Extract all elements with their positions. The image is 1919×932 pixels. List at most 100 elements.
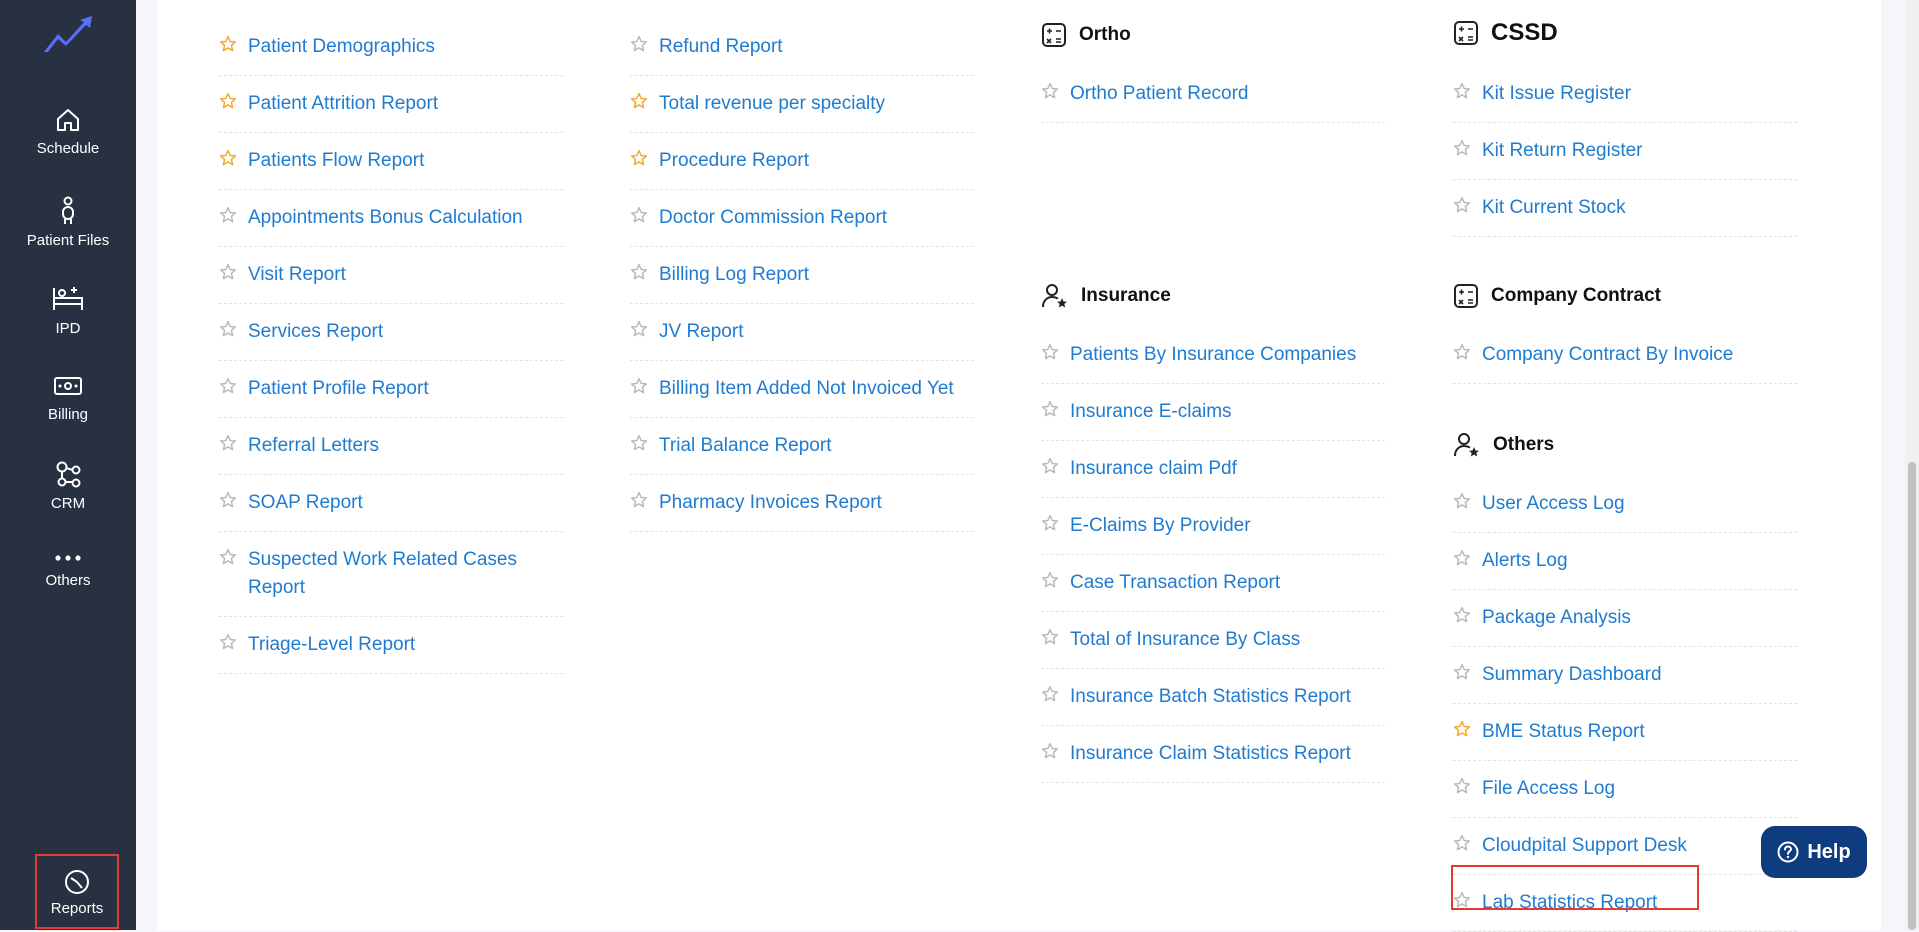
star-icon[interactable] (1453, 834, 1471, 852)
question-circle-icon (1777, 841, 1799, 863)
report-link[interactable]: Kit Issue Register (1453, 66, 1797, 123)
section-title: Company Contract (1491, 285, 1661, 306)
report-link[interactable]: Doctor Commission Report (630, 190, 974, 247)
star-icon[interactable] (1453, 139, 1471, 157)
star-icon[interactable] (1041, 685, 1059, 703)
star-icon[interactable] (1453, 663, 1471, 681)
report-link[interactable]: JV Report (630, 304, 974, 361)
star-icon[interactable] (630, 491, 648, 509)
section-insurance-title: Insurance (1041, 278, 1171, 314)
report-link[interactable]: Company Contract By Invoice (1453, 327, 1797, 384)
help-label: Help (1807, 840, 1851, 863)
report-link[interactable]: Insurance Batch Statistics Report (1041, 669, 1385, 726)
report-link[interactable]: Patient Demographics (219, 19, 563, 76)
star-icon[interactable] (1041, 82, 1059, 100)
sidebar-item-crm[interactable]: CRM (0, 459, 136, 539)
star-icon[interactable] (1453, 891, 1471, 909)
sidebar-item-billing[interactable]: Billing (0, 372, 136, 452)
star-icon[interactable] (1041, 457, 1059, 475)
report-link[interactable]: Billing Log Report (630, 247, 974, 304)
star-icon[interactable] (630, 320, 648, 338)
report-link[interactable]: Billing Item Added Not Invoiced Yet (630, 361, 974, 418)
report-link[interactable]: Summary Dashboard (1453, 647, 1797, 704)
star-icon[interactable] (1041, 742, 1059, 760)
app-logo-icon[interactable] (40, 14, 96, 58)
report-link-label: Referral Letters (248, 435, 379, 456)
star-icon[interactable] (1453, 549, 1471, 567)
scrollbar-thumb[interactable] (1908, 462, 1916, 930)
star-icon[interactable] (1453, 492, 1471, 510)
report-link[interactable]: Patients Flow Report (219, 133, 563, 190)
report-link[interactable]: Kit Current Stock (1453, 180, 1797, 237)
report-link[interactable]: Patient Profile Report (219, 361, 563, 418)
report-link[interactable]: Kit Return Register (1453, 123, 1797, 180)
star-icon[interactable] (1041, 628, 1059, 646)
star-icon[interactable] (219, 206, 237, 224)
help-button[interactable]: Help (1761, 826, 1867, 878)
sidebar-item-patient-files[interactable]: Patient Files (0, 196, 136, 276)
report-link[interactable]: Patient Attrition Report (219, 76, 563, 133)
sidebar-item-reports[interactable]: Reports (35, 854, 119, 929)
star-icon[interactable] (219, 263, 237, 281)
star-icon[interactable] (219, 633, 237, 651)
report-link[interactable]: Services Report (219, 304, 563, 361)
report-link[interactable]: Suspected Work Related Cases Report (219, 532, 563, 617)
report-link[interactable]: User Access Log (1453, 476, 1797, 533)
star-icon[interactable] (1041, 514, 1059, 532)
star-icon[interactable] (1453, 343, 1471, 361)
star-icon[interactable] (630, 377, 648, 395)
report-link[interactable]: Patients By Insurance Companies (1041, 327, 1385, 384)
report-link[interactable]: Insurance claim Pdf (1041, 441, 1385, 498)
star-icon[interactable] (1041, 571, 1059, 589)
sidebar-item-label: Schedule (36, 140, 100, 157)
report-link[interactable]: Ortho Patient Record (1041, 66, 1385, 123)
report-link[interactable]: Total of Insurance By Class (1041, 612, 1385, 669)
star-icon[interactable] (1041, 400, 1059, 418)
report-link[interactable]: Pharmacy Invoices Report (630, 475, 974, 532)
sidebar-item-ipd[interactable]: IPD (0, 284, 136, 364)
report-link[interactable]: Trial Balance Report (630, 418, 974, 475)
star-icon[interactable] (219, 548, 237, 566)
report-link[interactable]: Insurance Claim Statistics Report (1041, 726, 1385, 783)
report-link[interactable]: Package Analysis (1453, 590, 1797, 647)
scrollbar[interactable] (1905, 0, 1919, 930)
report-link[interactable]: SOAP Report (219, 475, 563, 532)
star-icon[interactable] (630, 263, 648, 281)
report-link[interactable]: Visit Report (219, 247, 563, 304)
report-link[interactable]: File Access Log (1453, 761, 1797, 818)
report-link[interactable]: Refund Report (630, 19, 974, 76)
star-icon[interactable] (219, 92, 237, 110)
report-link[interactable]: Cloudpital Support Desk (1453, 818, 1797, 875)
star-icon[interactable] (1453, 777, 1471, 795)
star-icon[interactable] (1453, 82, 1471, 100)
report-link[interactable]: Insurance E-claims (1041, 384, 1385, 441)
star-icon[interactable] (219, 35, 237, 53)
report-link-label: Procedure Report (659, 150, 809, 171)
star-icon[interactable] (1453, 196, 1471, 214)
report-link[interactable]: Lab Statistics Report (1453, 875, 1797, 932)
star-icon[interactable] (219, 434, 237, 452)
report-link[interactable]: E-Claims By Provider (1041, 498, 1385, 555)
star-icon[interactable] (219, 377, 237, 395)
star-icon[interactable] (630, 35, 648, 53)
star-icon[interactable] (219, 149, 237, 167)
report-link[interactable]: Case Transaction Report (1041, 555, 1385, 612)
star-icon[interactable] (1453, 606, 1471, 624)
report-link[interactable]: Appointments Bonus Calculation (219, 190, 563, 247)
sidebar-item-others[interactable]: Others (0, 550, 136, 630)
star-icon[interactable] (219, 491, 237, 509)
report-link[interactable]: Procedure Report (630, 133, 974, 190)
report-link[interactable]: Total revenue per specialty (630, 76, 974, 133)
star-icon[interactable] (630, 206, 648, 224)
report-link[interactable]: Alerts Log (1453, 533, 1797, 590)
star-icon[interactable] (630, 92, 648, 110)
report-link[interactable]: Referral Letters (219, 418, 563, 475)
sidebar-item-schedule[interactable]: Schedule (0, 106, 136, 186)
star-icon[interactable] (219, 320, 237, 338)
star-icon[interactable] (630, 434, 648, 452)
report-link[interactable]: BME Status Report (1453, 704, 1797, 761)
star-icon[interactable] (630, 149, 648, 167)
star-icon[interactable] (1453, 720, 1471, 738)
star-icon[interactable] (1041, 343, 1059, 361)
report-link[interactable]: Triage-Level Report (219, 617, 563, 674)
